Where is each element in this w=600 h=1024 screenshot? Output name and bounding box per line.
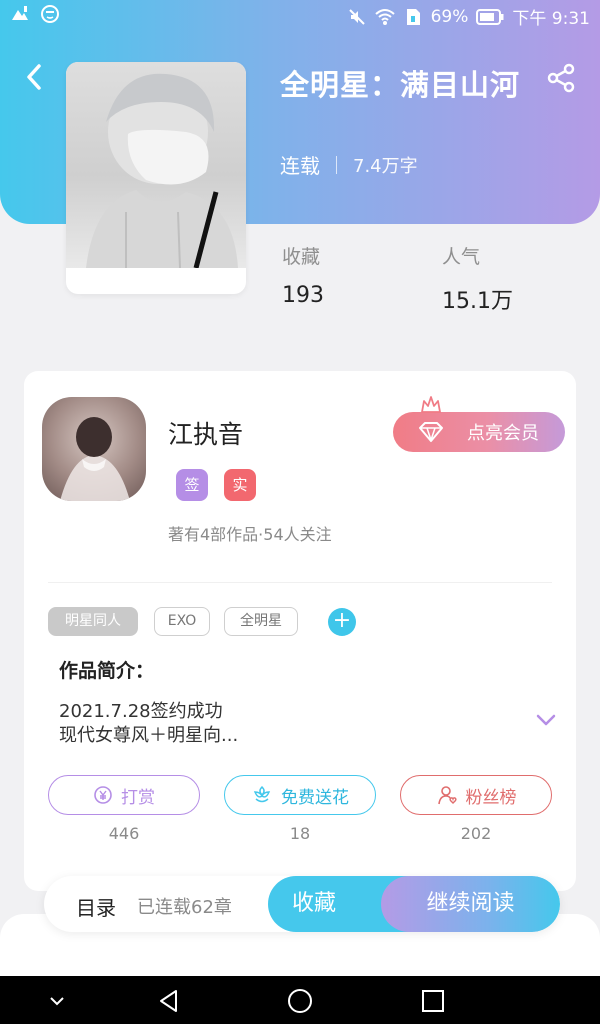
intro-title: 作品简介： bbox=[59, 660, 155, 682]
book-meta: 连载 7.4万字 bbox=[280, 150, 418, 179]
stat-popularity: 人气 15.1万 bbox=[442, 242, 513, 315]
vip-label: 点亮会员 bbox=[467, 423, 539, 444]
mute-icon bbox=[348, 8, 365, 25]
author-info: 著有4部作品·54人关注 bbox=[168, 525, 332, 544]
verified-badge: 实 bbox=[224, 469, 256, 501]
back-triangle-icon[interactable] bbox=[156, 988, 182, 1014]
action-label: 打赏 bbox=[121, 787, 155, 808]
divider bbox=[48, 582, 552, 583]
intro-line: 现代女尊风＋明星向... bbox=[59, 725, 239, 746]
battery-percent: 69% bbox=[430, 6, 469, 27]
stat-label: 收藏 bbox=[282, 246, 321, 268]
cover-image bbox=[66, 62, 246, 269]
author-avatar[interactable] bbox=[42, 397, 146, 501]
status-bar: 69% 下午 9:31 bbox=[0, 0, 600, 32]
intro-line: 2021.7.28签约成功 bbox=[59, 701, 223, 722]
system-nav-bar bbox=[0, 976, 600, 1024]
flower-icon bbox=[253, 785, 271, 803]
crown-icon bbox=[421, 396, 441, 413]
action-label: 免费送花 bbox=[281, 787, 349, 808]
recents-square-icon[interactable] bbox=[420, 988, 446, 1014]
chapter-count[interactable]: 已连载62章 bbox=[137, 893, 232, 919]
send-flower-button[interactable]: 免费送花 bbox=[224, 775, 376, 815]
tag-item[interactable]: EXO bbox=[154, 607, 210, 636]
stat-value: 15.1万 bbox=[442, 289, 513, 314]
stat-value: 193 bbox=[282, 283, 324, 308]
fan-ranking-button[interactable]: 粉丝榜 bbox=[400, 775, 552, 815]
image-alert-icon bbox=[12, 6, 28, 20]
yen-coin-icon bbox=[94, 786, 112, 804]
tip-count: 446 bbox=[108, 824, 140, 843]
tip-button[interactable]: 打赏 bbox=[48, 775, 200, 815]
bottom-action-bar: 目录 已连载62章 收藏 继续阅读 bbox=[44, 876, 560, 932]
action-label: 粉丝榜 bbox=[465, 787, 517, 808]
share-icon[interactable] bbox=[545, 62, 577, 94]
wifi-icon bbox=[374, 8, 395, 25]
battery-icon bbox=[476, 8, 504, 25]
toc-button[interactable]: 目录 bbox=[76, 892, 116, 921]
emoji-icon bbox=[41, 5, 59, 23]
add-tag-button[interactable]: + bbox=[328, 608, 356, 636]
signed-badge: 签 bbox=[176, 469, 208, 501]
tag-item[interactable]: 明星同人 bbox=[48, 607, 138, 636]
stat-label: 人气 bbox=[442, 246, 481, 268]
flower-count: 18 bbox=[289, 824, 311, 843]
book-word-count: 7.4万字 bbox=[353, 155, 418, 177]
sim-icon bbox=[406, 8, 420, 25]
book-status: 连载 bbox=[280, 154, 320, 178]
fan-user-icon bbox=[437, 786, 457, 805]
book-title: 全明星：满目山河 bbox=[280, 68, 521, 102]
clock: 下午 9:31 bbox=[512, 9, 590, 29]
fan-count: 202 bbox=[460, 824, 492, 843]
chevron-down-icon[interactable] bbox=[44, 988, 70, 1014]
chevron-down-icon[interactable] bbox=[534, 708, 558, 732]
diamond-icon bbox=[419, 422, 443, 443]
continue-reading-button[interactable]: 继续阅读 bbox=[381, 876, 560, 932]
stat-favorites: 收藏 193 bbox=[282, 242, 324, 308]
book-cover[interactable] bbox=[66, 62, 246, 294]
back-icon[interactable] bbox=[20, 62, 50, 92]
tag-item[interactable]: 全明星 bbox=[224, 607, 298, 636]
home-circle-icon[interactable] bbox=[287, 988, 313, 1014]
author-name[interactable]: 江执音 bbox=[168, 415, 243, 451]
meta-divider bbox=[336, 155, 337, 174]
